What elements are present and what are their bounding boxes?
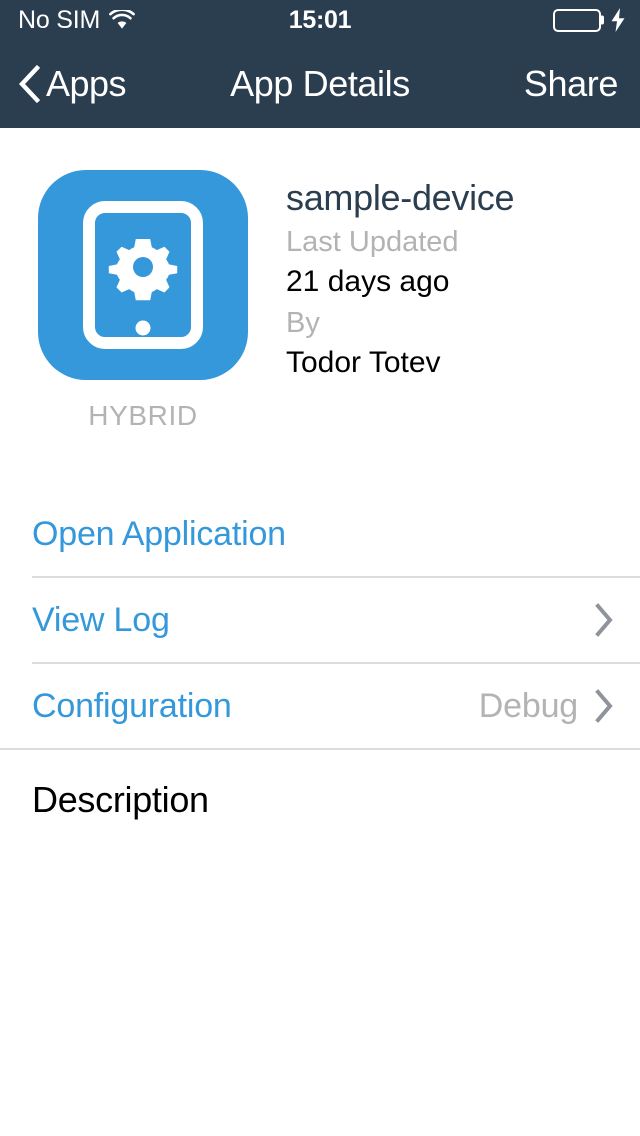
last-updated-label: Last Updated	[286, 225, 459, 258]
open-application-row[interactable]: Open Application	[0, 492, 640, 576]
configuration-label: Configuration	[32, 687, 232, 725]
share-button[interactable]: Share	[524, 66, 618, 102]
lightning-bolt-icon	[604, 8, 626, 32]
status-bar-right	[553, 8, 626, 32]
author-label: By	[286, 306, 320, 339]
wifi-icon	[109, 10, 136, 30]
battery-full-icon	[553, 8, 604, 32]
chevron-left-icon	[18, 65, 40, 103]
configuration-row[interactable]: Configuration Debug	[0, 664, 640, 748]
open-application-label: Open Application	[32, 515, 286, 553]
app-info-column: sample-device Last Updated 21 days ago B…	[248, 170, 515, 430]
app-header: HYBRID sample-device Last Updated 21 day…	[0, 128, 640, 430]
app-icon-column: HYBRID	[38, 170, 248, 430]
navigation-bar: Apps App Details Share	[0, 40, 640, 128]
chevron-right-icon	[594, 689, 614, 723]
view-log-accessory	[594, 603, 614, 637]
app-kind-badge: HYBRID	[88, 400, 198, 431]
author-value: Todor Totev	[286, 345, 441, 379]
status-bar-left: No SIM	[18, 5, 136, 34]
action-list: Open Application View Log Configuration …	[0, 492, 640, 750]
status-bar: No SIM 15:01	[0, 0, 640, 40]
view-log-row[interactable]: View Log	[0, 578, 640, 662]
configuration-accessory: Debug	[479, 689, 614, 723]
app-name: sample-device	[286, 177, 515, 218]
carrier-label: No SIM	[18, 5, 101, 34]
chevron-right-icon	[594, 603, 614, 637]
description-title: Description	[32, 779, 209, 820]
description-section: Description	[0, 750, 640, 818]
back-button[interactable]: Apps	[18, 63, 127, 104]
back-button-label: Apps	[46, 63, 127, 104]
configuration-value: Debug	[478, 687, 578, 725]
view-log-label: View Log	[32, 601, 170, 639]
last-updated-value: 21 days ago	[286, 265, 450, 299]
tablet-gear-icon	[38, 170, 248, 380]
